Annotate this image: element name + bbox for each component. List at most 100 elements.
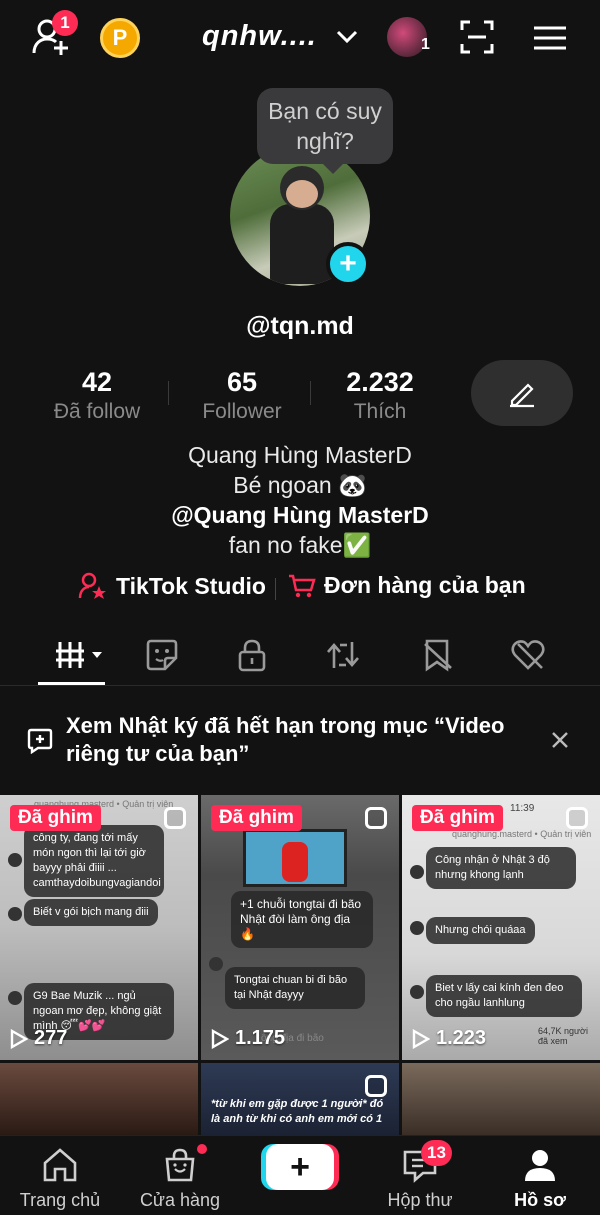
menu-button[interactable] [532,20,568,56]
stat-likes-value: 2.232 [346,367,414,397]
tiktok-studio-link[interactable]: TikTok Studio [78,572,266,600]
select-checkbox[interactable] [365,807,387,829]
nav-shop[interactable]: Cửa hàng [125,1144,235,1211]
nav-inbox[interactable]: 13 Hộp thư [365,1140,475,1211]
nav-home[interactable]: Trang chủ [5,1146,115,1211]
pinned-badge: Đã ghim [412,805,503,831]
scan-icon [460,20,494,54]
select-checkbox[interactable] [164,807,186,829]
lock-icon [238,639,266,672]
bio-line: Quang Hùng MasterD [188,442,412,468]
comment-bubble: Biet v lấy cai kính đen đeo cho ngầu lan… [426,975,582,1017]
pinned-badge: Đã ghim [10,805,101,831]
tab-reposts[interactable] [313,630,373,680]
video-grid: quanghung.masterd • Quản trị viên công t… [0,795,600,1135]
play-icon [211,1028,229,1049]
create-button[interactable]: + [266,1144,334,1190]
tiktok-studio-label: TikTok Studio [116,572,266,599]
view-count-value: 1.223 [436,1027,487,1049]
tab-favorites[interactable] [408,630,468,680]
commenter-avatar [410,985,424,999]
heart-hidden-icon [511,640,545,670]
notice-text: Xem Nhật ký đã hết hạn trong mục “Video … [66,713,505,766]
profile-links: TikTok Studio Đơn hàng của bạn [0,572,600,604]
add-story-button[interactable]: + [326,242,370,286]
play-icon [10,1028,28,1049]
stat-followers-value: 65 [226,367,258,397]
bookmark-hidden-icon [424,639,452,672]
video-tile[interactable]: quanghung.masterd • Quản trị viên công t… [0,795,198,1060]
commenter-avatar [8,907,22,921]
commenter-avatar [410,921,424,935]
pencil-icon [510,383,534,408]
nav-shop-label: Cửa hàng [139,1190,221,1210]
edit-profile-button[interactable] [471,360,573,426]
stat-following-value: 42 [81,367,113,397]
tab-private[interactable] [222,630,282,680]
stat-following-label: Đã follow [53,400,141,423]
menu-icon [534,26,566,50]
shop-notification-dot [197,1144,207,1154]
video-tile[interactable] [0,1063,198,1135]
video-tile[interactable]: 11:39 quanghung.masterd • Quản trị viên … [402,795,600,1060]
commenter-avatar [8,991,22,1005]
bio-mention-link[interactable]: @Quang Hùng MasterD [0,500,600,530]
comment-bubble: Tongtai chuan bi đi bão tại Nhật đayyy [225,967,365,1009]
tv-screen-graphic [243,829,347,887]
account-username[interactable]: qnhw.... [202,20,317,53]
profile-stats: 42 Đã follow 65 Follower 2.232 Thích [0,367,470,431]
video-tile[interactable]: *từ khi em gặp được 1 người* đó là anh t… [201,1063,399,1135]
select-checkbox[interactable] [566,807,588,829]
view-count: 1.223 [412,1027,486,1050]
commenter-avatar [209,957,223,971]
home-icon [43,1148,77,1182]
tab-videos[interactable] [48,630,108,680]
coin-icon[interactable]: P [100,18,140,58]
nav-inbox-label: Hộp thư [387,1190,453,1210]
links-divider [275,578,276,600]
studio-icon [78,572,106,599]
close-icon[interactable] [548,728,572,752]
select-checkbox[interactable] [365,1075,387,1097]
nav-profile[interactable]: Hồ sơ [485,1146,595,1211]
comment-bubble: công ty, đang tới mấy món ngon thì lại t… [24,825,164,897]
videos-grid-icon [56,642,102,668]
chevron-down-icon [336,30,358,44]
view-count: 277 [10,1027,67,1050]
bio-line: fan no fake✅ [228,532,372,558]
stat-likes-label: Thích [353,400,407,423]
avatar-figure-face [286,180,318,208]
shop-icon [165,1148,195,1182]
stat-followers-label: Follower [202,400,282,423]
add-friend-button[interactable]: 1 [28,10,78,60]
video-caption-overlay: *từ khi em gặp được 1 người* đó là anh t… [211,1098,384,1125]
profile-icon [525,1150,555,1181]
tab-liked[interactable] [498,630,558,680]
orders-link[interactable]: Đơn hàng của bạn [288,572,526,599]
friend-requests-badge: 1 [52,10,78,36]
commenter-avatar [410,865,424,879]
stat-divider [168,381,169,405]
video-tile[interactable] [402,1063,600,1135]
bottom-navigation: Trang chủ Cửa hàng + 13 Hộp thư Hồ sơ [0,1135,600,1215]
tab-stickers[interactable] [132,630,192,680]
comment-bubble: Biết v gói bịch mang điii [24,899,158,926]
account-switcher-button[interactable] [334,24,360,50]
nav-profile-label: Hồ sơ [514,1190,566,1210]
expired-diary-notice[interactable]: Xem Nhật ký đã hết hạn trong mục “Video … [0,702,600,782]
profile-handle: @tqn.md [246,312,354,340]
video-tile[interactable]: +1 chuỗi tongtai đi bão Nhật đòi làm ông… [201,795,399,1060]
stat-following[interactable]: 42 Đã follow [36,367,158,424]
add-note-icon [27,728,53,754]
stat-followers[interactable]: 65 Follower [182,367,302,424]
view-count: 1.175 [211,1027,285,1050]
active-tab-indicator [38,682,105,685]
thought-bubble[interactable]: Bạn có suy nghĩ? [257,88,393,174]
view-count-value: 277 [34,1027,68,1049]
cart-icon [289,574,316,597]
scan-button[interactable] [458,18,496,56]
orders-label: Đơn hàng của bạn [324,572,526,598]
stat-likes[interactable]: 2.232 Thích [320,367,440,424]
profile-tabs [0,630,600,686]
comment-bubble: Công nhận ở Nhật 3 độ nhưng khong lạnh [426,847,576,889]
